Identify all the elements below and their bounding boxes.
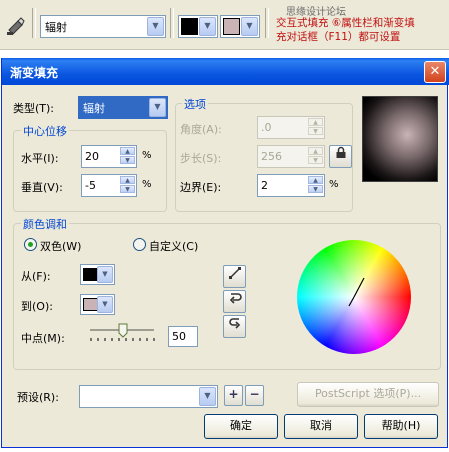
type-label: 类型(T):	[13, 102, 55, 115]
add-preset-icon[interactable]: +	[224, 385, 243, 406]
from-label: 从(F):	[21, 270, 51, 283]
vertical-label: 垂直(V):	[21, 181, 63, 194]
start-color-picker[interactable]: ▼	[178, 15, 218, 38]
two-color-label[interactable]: 双色(W)	[40, 238, 81, 254]
edge-percent: %	[329, 179, 339, 190]
counterclockwise-path-icon[interactable]	[223, 290, 246, 313]
ok-button[interactable]: 确定	[204, 414, 278, 439]
custom-radio[interactable]	[133, 238, 146, 251]
steps-spinner[interactable]: ▲ ▼	[308, 147, 323, 164]
chevron-down-icon[interactable]: ▼	[199, 387, 216, 406]
horizontal-percent: %	[142, 150, 152, 161]
angle-spinner[interactable]: ▲ ▼	[308, 118, 323, 135]
postscript-options-label: PostScript 选项(P)...	[314, 387, 422, 400]
vertical-percent: %	[142, 179, 152, 190]
two-color-radio[interactable]	[24, 238, 37, 251]
cancel-label: 取消	[310, 419, 332, 432]
to-color-swatch	[83, 298, 98, 311]
center-offset-title: 中心位移	[21, 123, 69, 139]
vertical-input[interactable]: ▲▼	[81, 174, 137, 197]
gradient-preview	[362, 96, 438, 182]
midpoint-input-box[interactable]	[169, 327, 197, 346]
color-blend-title: 颜色调和	[21, 216, 69, 232]
remove-preset-icon[interactable]: −	[245, 385, 264, 406]
annotation-line2: 充对话框（F11）都可设置	[276, 31, 401, 43]
to-label: 到(O):	[21, 300, 53, 313]
title-bar[interactable]: 渐变填充 ✕	[2, 58, 449, 85]
edge-input[interactable]: ▲▼	[257, 174, 325, 197]
chevron-down-icon[interactable]: ▼	[149, 98, 166, 117]
direct-path-icon[interactable]	[223, 265, 246, 288]
horizontal-spinner[interactable]: ▲ ▼	[120, 147, 135, 164]
to-color-picker[interactable]: ▼	[80, 294, 115, 315]
dialog-title: 渐变填充	[10, 66, 59, 80]
midpoint-label: 中点(M):	[21, 332, 65, 345]
steps-input[interactable]: ▲▼	[257, 145, 325, 168]
chevron-down-icon[interactable]: ▼	[97, 266, 113, 283]
steps-label: 步长(S):	[180, 152, 222, 165]
preset-label: 预设(R):	[17, 391, 59, 404]
help-button[interactable]: 帮助(H)	[364, 414, 438, 439]
type-select[interactable]: 辐射 ▼	[78, 96, 168, 119]
chevron-down-icon[interactable]: ▼	[147, 17, 164, 36]
horizontal-label: 水平(I):	[21, 152, 59, 165]
center-offset-group	[13, 130, 167, 212]
color-wheel[interactable]	[297, 240, 411, 354]
postscript-options-button[interactable]: PostScript 选项(P)...	[297, 382, 439, 407]
end-color-picker[interactable]: ▼	[220, 15, 260, 38]
help-label: 帮助(H)	[381, 419, 421, 432]
options-title: 选项	[182, 96, 208, 112]
edge-label: 边界(E):	[180, 181, 222, 194]
fountain-fill-dialog: 渐变填充 ✕ 类型(T): 辐射 ▼ 中心位移 水平(I): ▲▼ % 垂直(V…	[1, 58, 449, 448]
close-icon[interactable]: ✕	[424, 61, 446, 83]
cancel-button[interactable]: 取消	[284, 414, 358, 439]
lock-icon[interactable]	[329, 145, 352, 168]
horizontal-input[interactable]: ▲▼	[81, 145, 137, 168]
annotation-line1: 交互式填充 ⑥属性栏和渐变填	[276, 17, 415, 29]
preset-select[interactable]: ▼	[79, 385, 218, 408]
interactive-fill-tool-icon[interactable]	[5, 14, 27, 36]
ok-label: 确定	[230, 419, 252, 432]
edge-spinner[interactable]: ▲ ▼	[308, 176, 323, 193]
type-value: 辐射	[83, 102, 105, 115]
angle-label: 角度(A):	[180, 123, 222, 136]
chevron-down-icon[interactable]: ▼	[241, 17, 258, 36]
property-bar: 辐射 ▼ ▼ ▼ 思缘设计论坛 交互式填充 ⑥属性栏和渐变填 充对话框（F11）…	[0, 0, 449, 50]
clockwise-path-icon[interactable]	[223, 315, 246, 338]
angle-input[interactable]: ▲▼	[257, 116, 325, 139]
chevron-down-icon[interactable]: ▼	[97, 296, 113, 313]
from-color-picker[interactable]: ▼	[80, 264, 115, 285]
midpoint-slider[interactable]	[88, 322, 158, 346]
custom-label[interactable]: 自定义(C)	[149, 238, 198, 254]
gradient-type-combo[interactable]: 辐射 ▼	[40, 15, 166, 38]
vertical-spinner[interactable]: ▲ ▼	[120, 176, 135, 193]
chevron-down-icon[interactable]: ▼	[199, 17, 216, 36]
gradient-type-value: 辐射	[45, 21, 67, 34]
from-color-swatch	[83, 268, 98, 281]
midpoint-input[interactable]	[168, 326, 198, 347]
